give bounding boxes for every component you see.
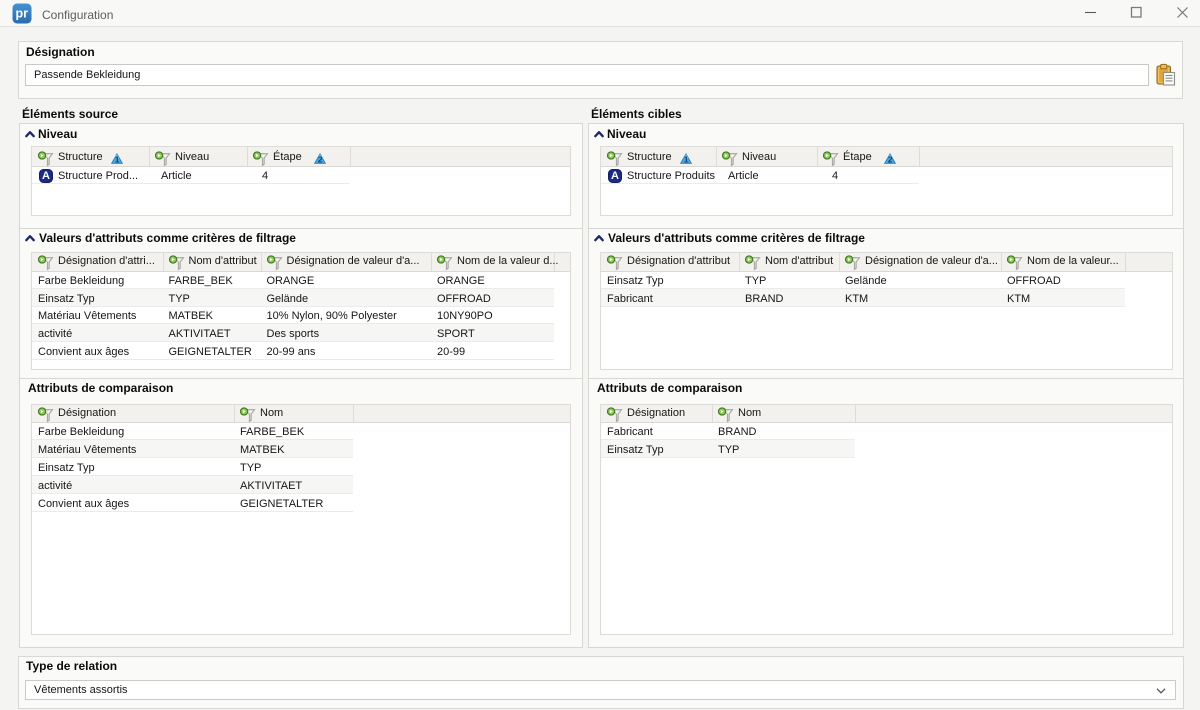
svg-text:2: 2 (318, 154, 323, 163)
svg-text:pr: pr (15, 7, 28, 21)
svg-text:1: 1 (684, 154, 689, 163)
svg-text:2: 2 (888, 154, 893, 163)
svg-text:1: 1 (115, 154, 120, 163)
